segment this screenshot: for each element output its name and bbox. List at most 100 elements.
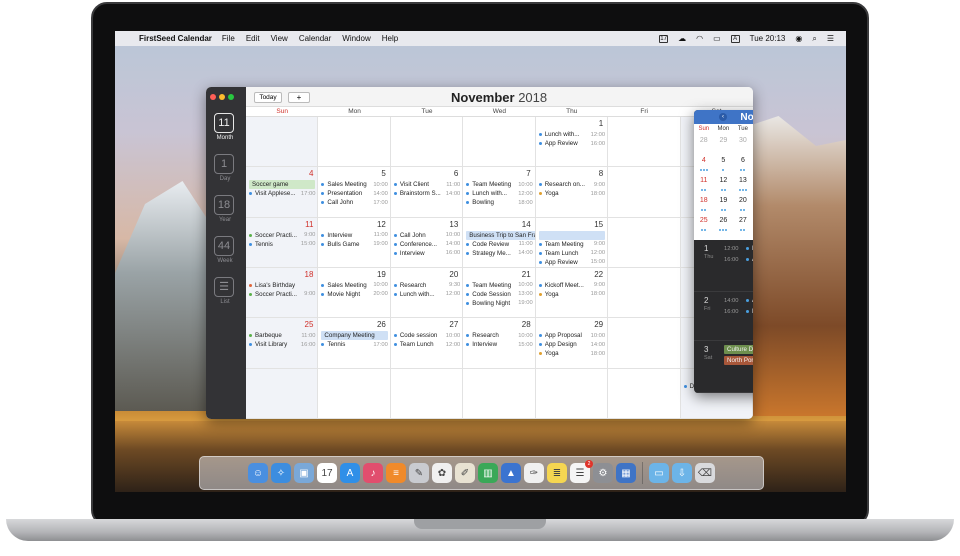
event-item[interactable]: Bulls Game 19:00	[321, 240, 388, 249]
day-cell[interactable]: 21 Team Meeting 10:00 Code Session 13:00 Bowl…	[463, 267, 536, 319]
zoom-window-button[interactable]	[228, 94, 234, 100]
finder-icon[interactable]: ☺	[248, 463, 268, 483]
day-cell[interactable]: 19 Sales Meeting 10:00 Movie Night 20:00	[318, 267, 391, 319]
day-cell[interactable]	[608, 318, 681, 369]
mini-day[interactable]: 29	[714, 134, 734, 154]
event-item[interactable]: Code Review 11:00	[466, 240, 533, 249]
event-item[interactable]: Team Meeting 10:00	[466, 281, 533, 290]
event-item[interactable]: Code Session 13:00	[466, 290, 533, 299]
event-item[interactable]: Presentation 14:00	[321, 189, 388, 198]
event-item[interactable]: Conference... 14:00	[393, 240, 460, 249]
keynote-icon[interactable]: ▲	[501, 463, 521, 483]
sidebar-item-day[interactable]: 1 Day	[214, 154, 236, 182]
downloads-icon[interactable]: ⇩	[672, 463, 692, 483]
day-cell[interactable]: 14Business Trip to San FranciscoCode Rev…	[463, 217, 536, 268]
today-button[interactable]: Today	[254, 92, 282, 103]
day-cell[interactable]: 1 Lunch with... 12:00 App Review 16:00	[535, 117, 609, 168]
event-item[interactable]: Interview 11:00	[321, 231, 388, 240]
battery-icon[interactable]: ▭	[713, 34, 721, 43]
event-item[interactable]: Lunch with... 12:00	[393, 290, 460, 299]
day-cell[interactable]: 18 Lisa's Birthday Soccer Practi... 9:00	[246, 267, 319, 319]
sidebar-item-list[interactable]: ☰ List	[214, 277, 236, 305]
event-item[interactable]: Kickoff Meet... 9:00	[538, 281, 605, 290]
event-item[interactable]: Company Meeting	[321, 331, 388, 341]
close-window-button[interactable]	[210, 94, 216, 100]
mini-day[interactable]: 4	[694, 154, 714, 174]
event-item[interactable]: Soccer game	[249, 180, 316, 190]
day-cell[interactable]: 29 App Proposal 10:00 App Design 14:00 Yoga 18…	[535, 318, 609, 369]
app-store-icon[interactable]: A	[340, 463, 360, 483]
event-item[interactable]: App Review 16:00	[538, 139, 605, 148]
event-item[interactable]: Soccer Practi... 9:00	[249, 290, 315, 299]
day-cell[interactable]	[246, 117, 319, 168]
day-cell[interactable]: 13 Call John 10:00 Conference... 14:00 Interv…	[390, 217, 464, 268]
event-item[interactable]: Lunch with... 12:00	[466, 189, 533, 198]
day-cell[interactable]	[463, 368, 536, 419]
agenda-event[interactable]: North Port Center	[724, 356, 753, 365]
event-item[interactable]: Interview 16:00	[393, 249, 460, 258]
event-item[interactable]: Interview 15:00	[466, 340, 533, 349]
previous-month-icon[interactable]: ‹	[719, 113, 727, 121]
event-item[interactable]: Research 10:00	[466, 331, 533, 340]
event-item[interactable]: Call John 17:00	[321, 198, 388, 207]
day-cell[interactable]: 6 Visit Client 11:00 Brainstorm S... 14:00	[390, 167, 464, 218]
calendar-icon[interactable]: 17	[317, 463, 337, 483]
agenda-event[interactable]: 12:00 Lunch with Mark	[724, 244, 753, 253]
menu-file[interactable]: File	[222, 34, 235, 43]
day-cell[interactable]	[318, 368, 391, 419]
day-cell[interactable]	[608, 167, 681, 218]
day-cell[interactable]	[608, 368, 681, 419]
mini-day[interactable]: 28	[694, 134, 714, 154]
day-cell[interactable]	[318, 117, 391, 168]
event-item[interactable]: Visit Client 11:00	[393, 180, 460, 189]
pages-icon[interactable]: ✑	[524, 463, 544, 483]
event-item[interactable]: Movie Night 20:00	[321, 290, 388, 299]
sidebar-item-year[interactable]: 18 Year	[214, 195, 236, 223]
day-cell[interactable]: 8 Research on... 9:00 Yoga 18:00	[535, 167, 609, 218]
event-item[interactable]: Call John 10:00	[393, 231, 460, 240]
firstseed-calendar-icon[interactable]: ▦	[616, 463, 636, 483]
day-cell[interactable]: 5 Sales Meeting 10:00 Presentation 14:00 Call…	[318, 167, 391, 218]
event-item[interactable]: App Design 14:00	[538, 340, 605, 349]
spotlight-icon[interactable]: ⌕	[812, 34, 816, 44]
event-item[interactable]: Research 9:30	[393, 281, 460, 290]
input-source-icon[interactable]: A	[730, 34, 740, 43]
day-cell[interactable]: 20 Research 9:30 Lunch with... 12:00	[390, 267, 464, 319]
event-item[interactable]: Bowling 18:00	[466, 198, 533, 207]
menu-help[interactable]: Help	[382, 34, 398, 43]
event-item[interactable]: Sales Meeting 10:00	[321, 180, 388, 189]
agenda-event[interactable]: 14:00 App Test	[724, 296, 753, 305]
add-event-button[interactable]: +	[288, 92, 310, 103]
books-icon[interactable]: ≡	[386, 463, 406, 483]
event-item[interactable]: Research on... 9:00	[538, 180, 605, 189]
mini-day[interactable]: 20	[733, 194, 753, 214]
day-cell[interactable]: 25 Barbeque 11:00 Visit Library 16:00	[246, 318, 319, 369]
music-icon[interactable]: ♪	[363, 463, 383, 483]
agenda-event[interactable]: Culture Day	[724, 345, 753, 354]
event-item[interactable]: Brainstorm S... 14:00	[393, 189, 460, 198]
event-item[interactable]: Code session 10:00	[393, 331, 460, 340]
event-item[interactable]: Barbeque 11:00	[249, 331, 315, 340]
event-item[interactable]: Bowling Night 19:00	[466, 299, 533, 308]
event-item[interactable]: Business Trip to San Francisco	[466, 230, 535, 240]
event-item[interactable]: Tennis 17:00	[321, 340, 388, 349]
event-item[interactable]: Lisa's Birthday	[249, 281, 315, 290]
folder-icon[interactable]: ▭	[649, 463, 669, 483]
event-item[interactable]: Tennis 15:00	[249, 240, 315, 249]
day-cell[interactable]: 22 Kickoff Meet... 9:00 Yoga 18:00	[535, 267, 609, 319]
event-item[interactable]: Team Lunch 12:00	[538, 249, 605, 258]
agenda-event[interactable]: 16:00 Report to Manager	[724, 307, 753, 316]
event-item[interactable]: Strategy Me... 14:00	[466, 249, 533, 258]
day-cell[interactable]: 27 Code session 10:00 Team Lunch 12:00	[390, 318, 464, 369]
menu-calendar[interactable]: Calendar	[299, 34, 331, 43]
day-cell[interactable]: 28 Research 10:00 Interview 15:00	[463, 318, 536, 369]
menu-view[interactable]: View	[271, 34, 288, 43]
day-cell[interactable]	[608, 267, 681, 319]
calendar-status-icon[interactable]: 17	[659, 34, 669, 43]
event-item[interactable]: Team Meeting 10:00	[466, 180, 533, 189]
event-item[interactable]: Soccer Practi... 9:00	[249, 231, 315, 240]
event-item[interactable]: App Review 15:00	[538, 258, 605, 267]
event-item[interactable]: Team Lunch 12:00	[393, 340, 460, 349]
event-item[interactable]: Visit Applese... 17:00	[249, 189, 315, 198]
sidebar-item-month[interactable]: 11 Month	[214, 113, 236, 141]
